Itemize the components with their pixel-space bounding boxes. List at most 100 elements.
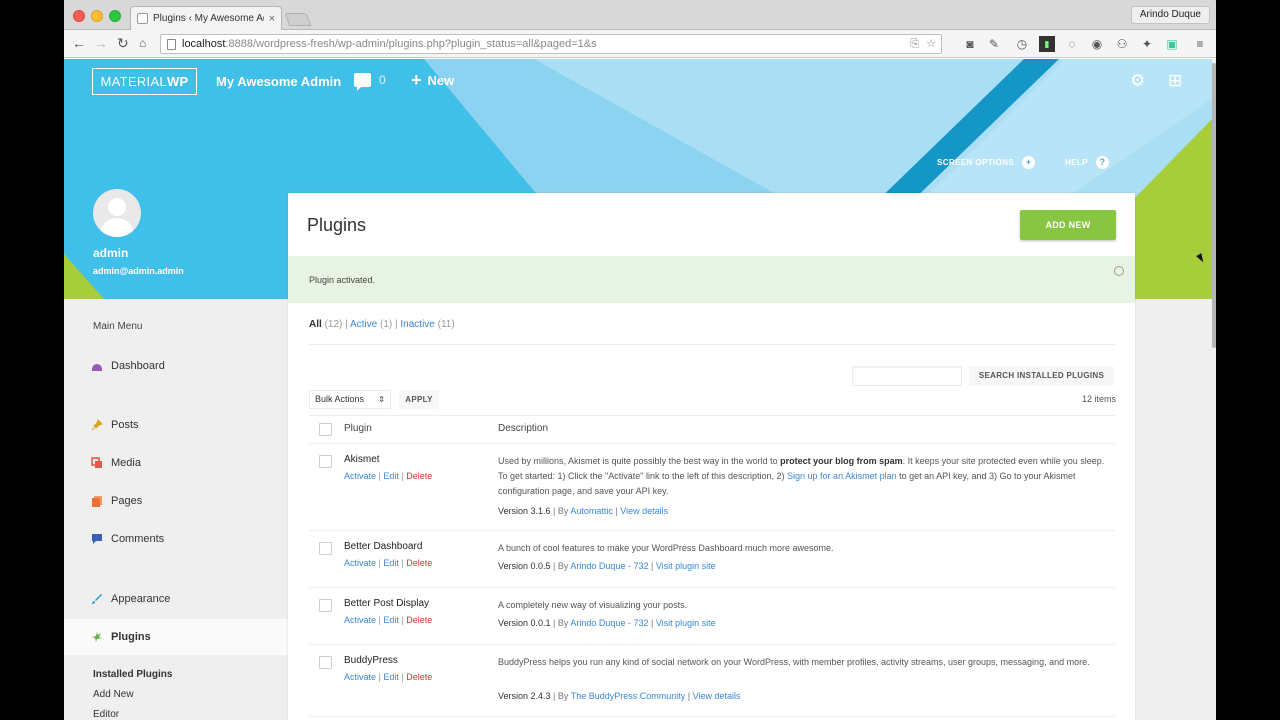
- scrollbar-thumb[interactable]: [1212, 63, 1216, 348]
- site-name-link[interactable]: My Awesome Admin: [216, 74, 341, 89]
- sidebar-item-media[interactable]: Media: [90, 450, 288, 476]
- help-toggle[interactable]: HELP ?: [1065, 156, 1109, 169]
- back-icon[interactable]: ←: [72, 35, 86, 51]
- plugin-name: BuddyPress: [344, 655, 398, 666]
- filter-all[interactable]: All: [309, 319, 322, 330]
- screen-options-toggle[interactable]: SCREEN OPTIONS +: [937, 156, 1036, 169]
- filter-inactive[interactable]: Inactive: [400, 319, 434, 330]
- puzzle-extension-icon[interactable]: ✦: [1139, 36, 1155, 52]
- reload-icon[interactable]: ↻: [117, 35, 129, 51]
- bulk-actions-value: Bulk Actions: [315, 394, 365, 404]
- pocket-icon[interactable]: ◙: [962, 36, 978, 52]
- menu-icon[interactable]: ≡: [1192, 36, 1208, 52]
- edit-link[interactable]: Edit: [383, 615, 399, 625]
- delete-link[interactable]: Delete: [406, 471, 432, 481]
- plugin-meta: Version 0.0.1 | By Arindo Duque - 732 | …: [498, 618, 716, 628]
- filter-inactive-count: (11): [437, 319, 455, 330]
- square-extension-icon[interactable]: ▣: [1164, 36, 1180, 52]
- submenu-installed-plugins[interactable]: Installed Plugins: [93, 669, 172, 680]
- plugin-meta: Version 0.0.5 | By Arindo Duque - 732 | …: [498, 561, 716, 571]
- activate-link[interactable]: Activate: [344, 471, 376, 481]
- plugin-name: Akismet: [344, 454, 380, 465]
- sidebar-item-comments[interactable]: Comments: [90, 526, 288, 552]
- meta-separator: | By: [550, 561, 571, 571]
- select-all-checkbox[interactable]: [319, 423, 332, 436]
- avatar-body-icon: [100, 218, 134, 237]
- search-installed-plugins-button[interactable]: SEARCH INSTALLED PLUGINS: [969, 366, 1114, 386]
- row-actions: Activate | Edit | Delete: [344, 615, 432, 625]
- help-question-icon: ?: [1095, 156, 1109, 169]
- new-tab-button[interactable]: [284, 13, 312, 26]
- activate-link[interactable]: Activate: [344, 672, 376, 682]
- admin-sidebar: Main Menu Dashboard Posts Media Pages Co…: [64, 299, 288, 720]
- apply-bulk-action-button[interactable]: APPLY: [399, 390, 439, 409]
- extension-icon[interactable]: ✎: [986, 36, 1002, 52]
- activate-link[interactable]: Activate: [344, 615, 376, 625]
- new-content-link[interactable]: + New: [411, 71, 454, 89]
- clock-extension-icon[interactable]: ◷: [1014, 36, 1030, 52]
- edit-link[interactable]: Edit: [383, 672, 399, 682]
- plugin-site-link[interactable]: Visit plugin site: [656, 561, 716, 571]
- profile-button[interactable]: Arindo Duque: [1130, 6, 1210, 24]
- delete-link[interactable]: Delete: [406, 615, 432, 625]
- chat-extension-icon[interactable]: ◌: [1064, 36, 1080, 52]
- sidebar-item-dashboard[interactable]: Dashboard: [90, 353, 288, 379]
- main-menu-title: Main Menu: [93, 321, 143, 332]
- meta-separator: | By: [550, 691, 571, 701]
- plugin-author-link[interactable]: Arindo Duque - 732: [570, 618, 648, 628]
- comments-link[interactable]: 0: [354, 73, 386, 91]
- edit-link[interactable]: Edit: [383, 471, 399, 481]
- plugin-author-link[interactable]: Arindo Duque - 732: [570, 561, 648, 571]
- robot-extension-icon[interactable]: ⚇: [1114, 36, 1130, 52]
- dismiss-notice-icon[interactable]: [1114, 266, 1124, 276]
- maximize-window-button[interactable]: [109, 10, 121, 22]
- user-name[interactable]: admin: [93, 246, 128, 260]
- tab-close-icon[interactable]: ×: [269, 13, 275, 25]
- close-window-button[interactable]: [73, 10, 85, 22]
- sidebar-item-posts[interactable]: Posts: [90, 412, 288, 438]
- forward-icon[interactable]: →: [94, 35, 108, 51]
- delete-link[interactable]: Delete: [406, 672, 432, 682]
- plugin-site-link[interactable]: Visit plugin site: [656, 618, 716, 628]
- plus-icon: +: [411, 70, 422, 90]
- plugin-author-link[interactable]: The BuddyPress Community: [571, 691, 686, 701]
- materialwp-logo[interactable]: MATERIALWP: [92, 68, 197, 95]
- delete-link[interactable]: Delete: [406, 558, 432, 568]
- search-plugins-input[interactable]: [852, 366, 962, 386]
- fullscreen-icon[interactable]: ⊞: [1168, 72, 1182, 90]
- sidebar-item-appearance[interactable]: Appearance: [90, 586, 288, 612]
- comments-count: 0: [379, 73, 386, 87]
- add-new-plugin-button[interactable]: ADD NEW: [1020, 210, 1116, 240]
- page-scrollbar[interactable]: [1212, 59, 1216, 720]
- plugin-author-link[interactable]: Automattic: [570, 506, 613, 516]
- bulk-actions-select[interactable]: Bulk Actions ⇕: [309, 390, 391, 409]
- row-checkbox[interactable]: [319, 542, 332, 555]
- filter-active[interactable]: Active: [350, 319, 377, 330]
- user-avatar[interactable]: [93, 189, 141, 237]
- home-icon[interactable]: ⌂: [139, 35, 146, 51]
- sidebar-item-plugins[interactable]: Plugins: [64, 619, 288, 655]
- row-checkbox[interactable]: [319, 656, 332, 669]
- plugin-details-link[interactable]: View details: [620, 506, 668, 516]
- edit-link[interactable]: Edit: [383, 558, 399, 568]
- plugin-details-link[interactable]: View details: [693, 691, 741, 701]
- minimize-window-button[interactable]: [91, 10, 103, 22]
- submenu-add-new[interactable]: Add New: [93, 689, 134, 700]
- tab-strip: Plugins ‹ My Awesome Adm × Arindo Duque: [64, 0, 1216, 30]
- desc-text: Used by millions, Akismet is quite possi…: [498, 456, 781, 466]
- row-checkbox[interactable]: [319, 455, 332, 468]
- address-bar[interactable]: localhost:8888/wordpress-fresh/wp-admin/…: [160, 34, 942, 54]
- submenu-editor[interactable]: Editor: [93, 709, 119, 720]
- reader-icon[interactable]: ⎘: [910, 35, 919, 53]
- akismet-signup-link[interactable]: Sign up for an Akismet plan: [787, 471, 897, 481]
- camera-extension-icon[interactable]: ◉: [1089, 36, 1105, 52]
- sidebar-item-pages[interactable]: Pages: [90, 488, 288, 514]
- plugin-version: Version 0.0.5: [498, 561, 551, 571]
- activate-link[interactable]: Activate: [344, 558, 376, 568]
- browser-tab[interactable]: Plugins ‹ My Awesome Adm ×: [130, 6, 282, 30]
- settings-gear-icon[interactable]: ⚙: [1130, 72, 1145, 90]
- item-count: 12 items: [1081, 394, 1116, 404]
- terminal-extension-icon[interactable]: ▮: [1039, 36, 1055, 52]
- bookmark-star-icon[interactable]: ☆: [926, 35, 936, 53]
- row-checkbox[interactable]: [319, 599, 332, 612]
